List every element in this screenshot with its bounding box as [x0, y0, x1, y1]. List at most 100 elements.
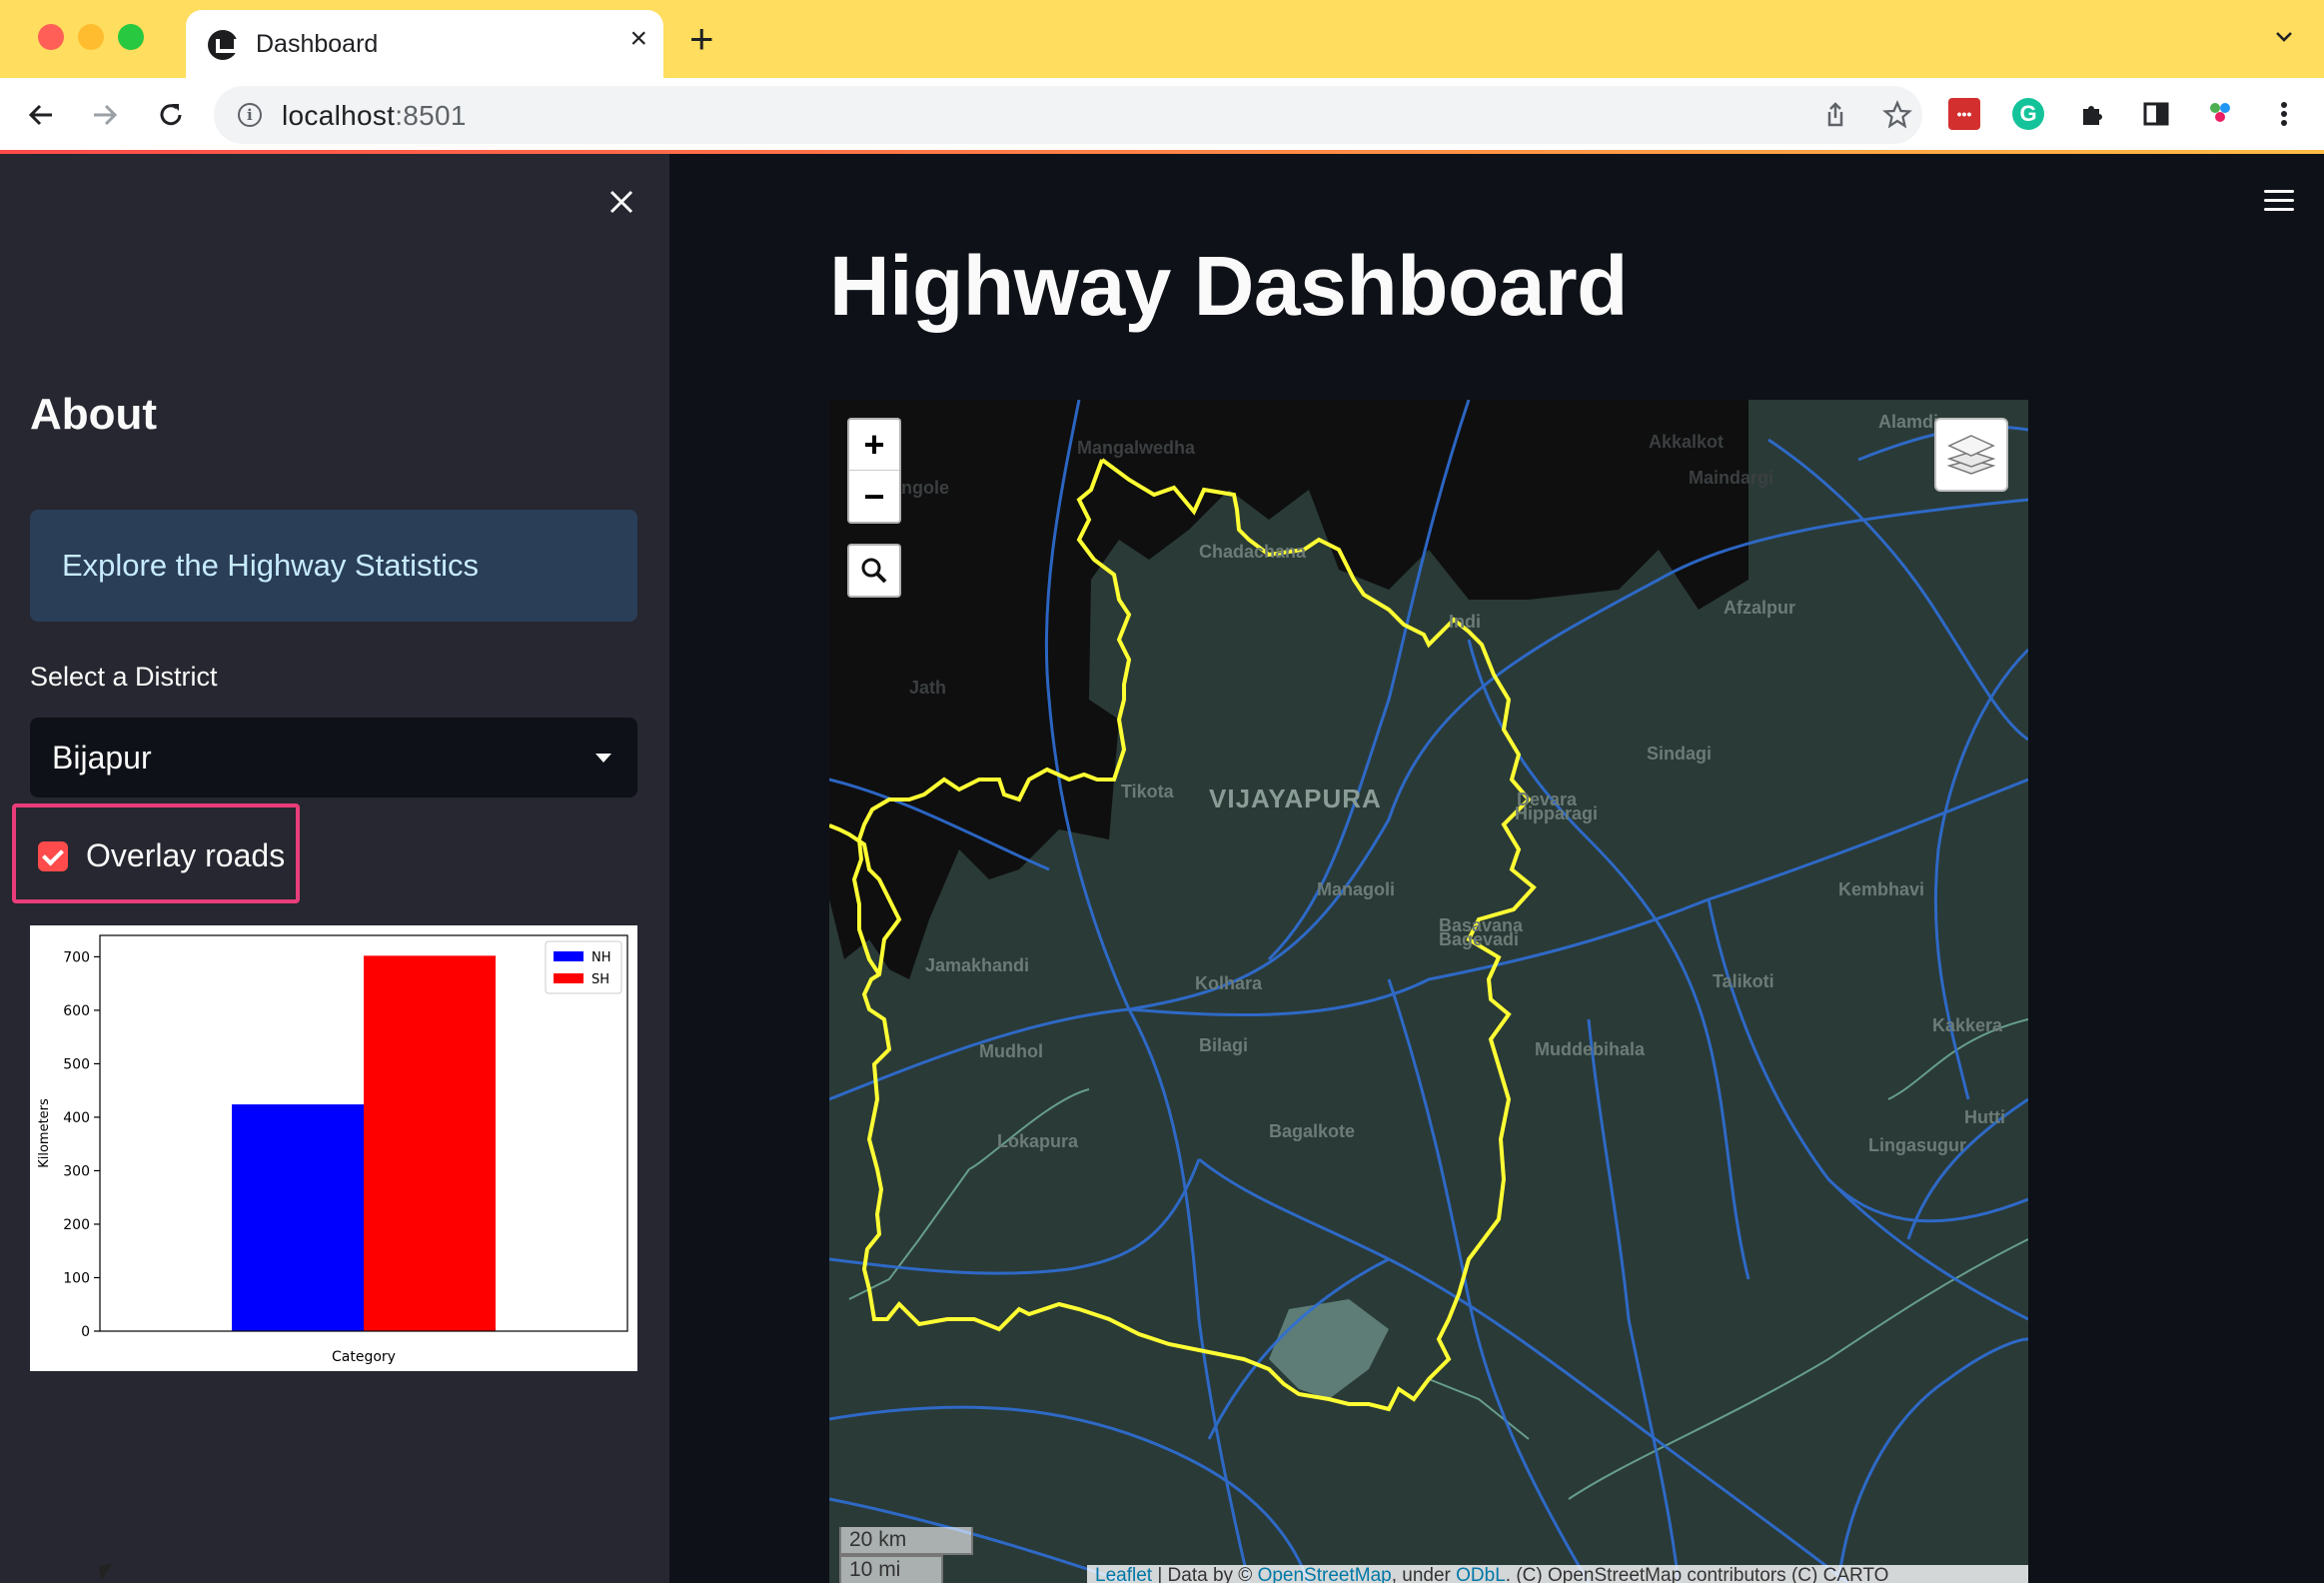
zoom-out-button[interactable]: − [849, 471, 899, 522]
extensions-puzzle-icon[interactable] [2074, 96, 2110, 132]
y-tick-label: 500 [63, 1056, 90, 1072]
tab-search-chevron-icon[interactable] [2274, 26, 2294, 46]
map-label-kakkera: Kakkera [1932, 1015, 2003, 1035]
address-bar[interactable]: localhost:8501 [214, 86, 1922, 144]
district-select-value: Bijapur [52, 740, 152, 776]
map-attribution: Leaflet | Data by © OpenStreetMap, under… [1087, 1565, 2028, 1583]
leaflet-link[interactable]: Leaflet [1095, 1565, 1152, 1583]
map-label-akkalkot: Akkalkot [1649, 432, 1725, 452]
map-label-mangalwedha: Mangalwedha [1077, 438, 1196, 458]
browser-menu-kebab-icon[interactable] [2266, 96, 2302, 132]
tab-close-button[interactable]: × [629, 24, 647, 54]
map-label-hipparagi: Hipparagi [1515, 803, 1599, 823]
reload-icon[interactable] [150, 94, 192, 136]
y-tick-label: 200 [63, 1217, 90, 1233]
map-label-vijayapura: VIJAYAPURA [1209, 784, 1382, 813]
map-tiles[interactable] [829, 400, 2028, 1583]
y-tick-label: 700 [63, 949, 90, 965]
legend-label-nh: NH [591, 950, 611, 965]
map-label-mudhol: Mudhol [979, 1041, 1043, 1061]
page-title: Highway Dashboard [829, 239, 1628, 333]
hamburger-menu-icon[interactable] [2264, 190, 2294, 214]
overlay-roads-checkbox[interactable] [38, 841, 68, 871]
map-label-chadachana: Chadachana [1199, 542, 1307, 562]
x-axis-label: Category [332, 1349, 396, 1365]
bookmark-star-icon[interactable] [1882, 100, 1912, 130]
zoom-in-button[interactable]: + [849, 420, 899, 471]
legend-swatch-sh [554, 973, 583, 983]
close-icon [609, 190, 633, 214]
window-close-button[interactable] [38, 24, 64, 50]
url-text[interactable]: localhost:8501 [282, 100, 467, 132]
y-tick-label: 100 [63, 1270, 90, 1286]
map-label-jath: Jath [909, 678, 947, 698]
mouse-cursor-icon [98, 1563, 116, 1581]
map-label-kolhara: Kolhara [1195, 973, 1263, 993]
y-tick-label: 400 [63, 1110, 90, 1126]
streamlit-favicon-icon [208, 30, 238, 60]
scale-mi: 10 mi [839, 1555, 943, 1583]
browser-tab-strip: Dashboard × + [0, 0, 2324, 78]
bar-sh [364, 955, 496, 1331]
profile-avatar-icon[interactable] [2202, 96, 2238, 132]
browser-tab-dashboard[interactable]: Dashboard × [186, 10, 663, 78]
map-label-managoli: Managoli [1317, 879, 1396, 899]
district-select[interactable]: Bijapur [30, 718, 637, 797]
legend-swatch-nh [554, 951, 583, 961]
forward-arrow-icon[interactable] [84, 94, 126, 136]
map-label-alamdi: Alamdi [1878, 412, 1939, 432]
overlay-roads-highlight: Overlay roads [12, 803, 300, 903]
layers-icon [1946, 435, 1996, 475]
osm-link[interactable]: OpenStreetMap [1258, 1565, 1392, 1583]
y-tick-label: 0 [81, 1324, 90, 1340]
share-icon[interactable] [1820, 100, 1850, 130]
map-label-afzalpur: Afzalpur [1724, 598, 1795, 618]
todoist-extension-icon[interactable]: ••• [1946, 96, 1982, 132]
map-label-bagalkote: Bagalkote [1269, 1121, 1356, 1141]
window-minimize-button[interactable] [78, 24, 104, 50]
map-label-sindagi: Sindagi [1647, 744, 1713, 764]
info-alert: Explore the Highway Statistics [30, 510, 637, 622]
map-label-indi: Indi [1449, 612, 1481, 632]
sidebar-close-button[interactable] [603, 184, 639, 220]
legend-label-sh: SH [591, 972, 609, 987]
streamlit-app: About Explore the Highway Statistics Sel… [0, 154, 2324, 1583]
legend-box [545, 940, 622, 994]
zoom-control: + − [847, 418, 901, 524]
map-search-button[interactable] [847, 544, 901, 598]
district-select-label: Select a District [30, 662, 218, 692]
tab-title: Dashboard [256, 30, 379, 58]
map-label-bilagi: Bilagi [1199, 1035, 1249, 1055]
map-label-kembhavi: Kembhavi [1838, 879, 1925, 899]
caret-down-icon [595, 754, 611, 763]
map-label-hutti: Hutti [1964, 1107, 2005, 1127]
sidebar-heading: About [30, 390, 158, 439]
y-axis-label: Kilometers [37, 1098, 52, 1168]
scale-km: 20 km [839, 1527, 973, 1555]
map-label-tikota: Tikota [1121, 782, 1174, 801]
window-maximize-button[interactable] [118, 24, 144, 50]
info-alert-text: Explore the Highway Statistics [62, 548, 479, 583]
grammarly-extension-icon[interactable]: G [2010, 96, 2046, 132]
new-tab-button[interactable]: + [689, 18, 714, 60]
map-label-lingasugur: Lingasugur [1868, 1135, 1966, 1155]
map-label-bagevadi: Bagevadi [1439, 929, 1520, 949]
odbl-link[interactable]: ODbL [1456, 1565, 1506, 1583]
side-panel-icon[interactable] [2138, 96, 2174, 132]
site-info-icon[interactable] [238, 103, 262, 127]
map-label-jamakhandi: Jamakhandi [925, 955, 1030, 975]
overlay-roads-label[interactable]: Overlay roads [86, 837, 285, 874]
bar-chart-svg: 0 100 200 300 400 500 600 700 Category Kilometers… [37, 934, 628, 1365]
sidebar: About Explore the Highway Statistics Sel… [0, 154, 669, 1583]
highway-length-chart: 0 100 200 300 400 500 600 700 Category Kilometers… [30, 925, 637, 1371]
y-tick-label: 600 [63, 1003, 90, 1019]
bar-nh [232, 1104, 364, 1331]
back-arrow-icon[interactable] [20, 94, 62, 136]
folium-map[interactable]: Mangalwedha Akkalkot Maindargi Alamdi Sangol… [829, 400, 2028, 1583]
y-tick-label: 300 [63, 1163, 90, 1179]
search-icon [861, 558, 887, 584]
map-label-talikoti: Talikoti [1713, 971, 1774, 991]
layers-control-button[interactable] [1934, 418, 2008, 492]
map-label-lokapura: Lokapura [997, 1131, 1079, 1151]
browser-toolbar: localhost:8501 ••• G [0, 78, 2324, 152]
